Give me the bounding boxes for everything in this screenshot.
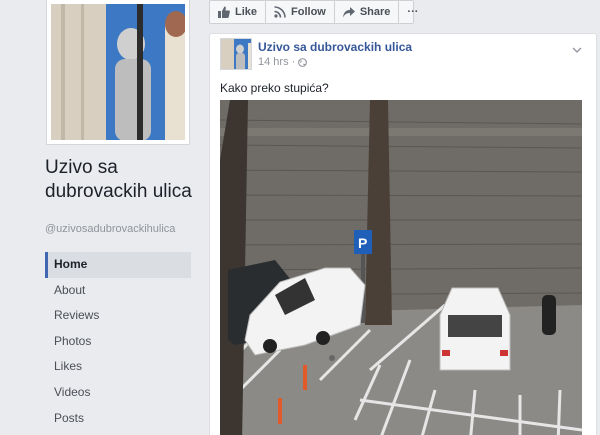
page-sidebar: Uzivo sa dubrovackih ulica @uzivosadubro… bbox=[0, 0, 200, 435]
nav-item-posts[interactable]: Posts bbox=[45, 406, 191, 432]
like-button[interactable]: Like bbox=[210, 1, 267, 23]
post-card: Uzivo sa dubrovackih ulica 14 hrs · Kako… bbox=[209, 33, 597, 435]
rss-icon bbox=[274, 6, 286, 18]
nav-item-home[interactable]: Home bbox=[45, 252, 191, 278]
profile-picture-image bbox=[51, 4, 185, 140]
post-avatar[interactable] bbox=[220, 38, 252, 70]
page-nav: Home About Reviews Photos Likes Videos P… bbox=[45, 252, 191, 431]
share-button[interactable]: Share bbox=[335, 1, 400, 23]
share-label: Share bbox=[359, 6, 391, 18]
more-options-button[interactable]: ··· bbox=[399, 1, 426, 23]
post-timestamp[interactable]: 14 hrs bbox=[258, 56, 289, 68]
more-icon: ··· bbox=[407, 6, 419, 18]
follow-button[interactable]: Follow bbox=[266, 1, 335, 23]
globe-icon bbox=[298, 57, 308, 67]
nav-item-videos[interactable]: Videos bbox=[45, 380, 191, 406]
post-meta: 14 hrs · bbox=[258, 56, 308, 68]
page-handle: @uzivosadubrovackihulica bbox=[45, 223, 176, 235]
meta-separator: · bbox=[291, 56, 296, 68]
like-label: Like bbox=[235, 6, 258, 18]
share-arrow-icon bbox=[342, 6, 355, 17]
profile-picture[interactable] bbox=[46, 0, 190, 145]
nav-item-reviews[interactable]: Reviews bbox=[45, 303, 191, 329]
thumbs-up-icon bbox=[218, 6, 230, 18]
chevron-down-icon[interactable] bbox=[572, 40, 582, 58]
nav-item-about[interactable]: About bbox=[45, 278, 191, 304]
post-text: Kako preko stupića? bbox=[220, 81, 329, 95]
svg-text:P: P bbox=[358, 235, 367, 251]
nav-item-likes[interactable]: Likes bbox=[45, 354, 191, 380]
post-photo[interactable]: P bbox=[220, 100, 582, 435]
follow-label: Follow bbox=[291, 6, 326, 18]
post-author-link[interactable]: Uzivo sa dubrovackih ulica bbox=[258, 40, 412, 54]
nav-item-photos[interactable]: Photos bbox=[45, 329, 191, 355]
page-action-bar: Like Follow Share ··· bbox=[209, 0, 418, 24]
page-title[interactable]: Uzivo sa dubrovackih ulica bbox=[45, 156, 195, 204]
